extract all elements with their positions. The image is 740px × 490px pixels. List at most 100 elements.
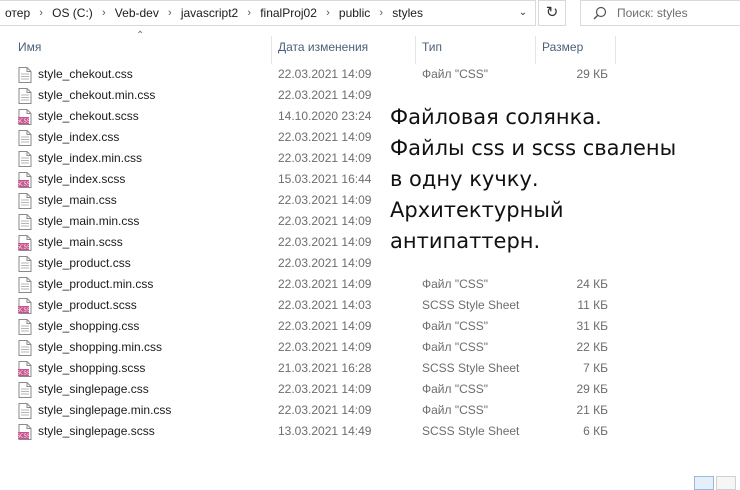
file-date: 22.03.2021 14:09: [278, 214, 372, 228]
file-date: 22.03.2021 14:09: [278, 277, 372, 291]
file-date: 22.03.2021 14:09: [278, 340, 372, 354]
file-name: style_index.scss: [38, 172, 126, 186]
breadcrumb-item[interactable]: public: [334, 6, 375, 20]
file-date: 22.03.2021 14:09: [278, 382, 372, 396]
scss-file-icon: SCSS: [17, 172, 32, 188]
file-row[interactable]: style_singlepage.css 22.03.2021 14:09 Файл…: [0, 379, 740, 400]
address-history-chevron-down-icon[interactable]: ⌄: [514, 5, 532, 21]
file-size: 21 КБ: [576, 403, 608, 417]
breadcrumb-item[interactable]: OS (C:): [47, 6, 98, 20]
file-size: 7 КБ: [583, 361, 608, 375]
file-name: style_singlepage.css: [38, 382, 149, 396]
file-date: 22.03.2021 14:09: [278, 193, 372, 207]
scss-file-icon: SCSS: [17, 298, 32, 314]
address-bar[interactable]: отер › OS (C:) › Veb-dev › javascript2 › finalPr…: [0, 0, 536, 26]
file-name: style_index.min.css: [38, 151, 143, 165]
breadcrumb-item[interactable]: Veb-dev: [110, 6, 164, 20]
scss-file-icon: SCSS: [17, 361, 32, 377]
css-file-icon: [18, 130, 32, 146]
file-type: Файл "CSS": [422, 67, 489, 81]
chevron-right-icon[interactable]: ›: [322, 7, 334, 19]
file-row[interactable]: style_chekout.css 22.03.2021 14:09 Файл "C…: [0, 64, 740, 85]
chevron-right-icon[interactable]: ›: [98, 7, 110, 19]
file-date: 22.03.2021 14:09: [278, 151, 372, 165]
scss-file-icon: SCSS: [17, 109, 32, 125]
file-name: style_chekout.css: [38, 67, 133, 81]
column-header-date[interactable]: Дата изменения: [272, 36, 416, 64]
chevron-right-icon[interactable]: ›: [375, 7, 387, 19]
file-date: 22.03.2021 14:03: [278, 298, 372, 312]
file-row[interactable]: style_shopping.min.css 22.03.2021 14:09 Фа…: [0, 337, 740, 358]
column-header-size-label: Размер: [542, 40, 584, 54]
refresh-icon: ↻: [545, 4, 559, 21]
file-name: style_index.css: [38, 130, 120, 144]
breadcrumb-item[interactable]: styles: [387, 6, 428, 20]
file-date: 22.03.2021 14:09: [278, 256, 372, 270]
file-type: Файл "CSS": [422, 403, 489, 417]
file-row[interactable]: style_product.min.css 22.03.2021 14:09 Фай…: [0, 274, 740, 295]
breadcrumb-item[interactable]: finalProj02: [255, 6, 322, 20]
file-type: Файл "CSS": [422, 319, 489, 333]
chevron-right-icon[interactable]: ›: [164, 7, 176, 19]
file-name: style_product.scss: [38, 298, 137, 312]
file-type: Файл "CSS": [422, 382, 489, 396]
file-size: 11 КБ: [577, 298, 608, 312]
file-date: 15.03.2021 16:44: [278, 172, 372, 186]
file-row[interactable]: SCSS style_product.scss 22.03.2021 14:03 SC…: [0, 295, 740, 316]
search-icon: [593, 6, 607, 20]
file-size: 24 КБ: [576, 277, 608, 291]
file-size: 6 КБ: [583, 424, 608, 438]
file-date: 22.03.2021 14:09: [278, 130, 372, 144]
file-row[interactable]: SCSS style_shopping.scss 21.03.2021 16:28 S…: [0, 358, 740, 379]
css-file-icon: [18, 340, 32, 356]
annotation-line: антипаттерн.: [390, 229, 541, 253]
annotation-line: Файловая солянка.: [390, 105, 602, 129]
file-row[interactable]: style_singlepage.min.css 22.03.2021 14:09…: [0, 400, 740, 421]
large-icons-view-button[interactable]: [716, 476, 736, 490]
file-name: style_main.min.css: [38, 214, 140, 228]
annotation-line: Архитектурный: [390, 198, 564, 222]
search-input[interactable]: [617, 6, 737, 20]
file-name: style_product.css: [38, 256, 131, 270]
css-file-icon: [18, 67, 32, 83]
file-date: 13.03.2021 14:49: [278, 424, 372, 438]
file-size: 29 КБ: [576, 382, 608, 396]
file-date: 22.03.2021 14:09: [278, 319, 372, 333]
refresh-button[interactable]: ↻: [538, 0, 566, 26]
search-box[interactable]: [580, 0, 740, 26]
css-file-icon: [18, 319, 32, 335]
file-date: 14.10.2020 23:24: [278, 109, 372, 123]
file-type: Файл "CSS": [422, 340, 489, 354]
column-header-size[interactable]: Размер: [536, 36, 616, 64]
scss-file-icon: SCSS: [17, 424, 32, 440]
svg-text:SCSS: SCSS: [18, 119, 30, 125]
file-row[interactable]: SCSS style_singlepage.scss 13.03.2021 14:4…: [0, 421, 740, 442]
breadcrumb-item[interactable]: javascript2: [176, 6, 243, 20]
file-name: style_shopping.min.css: [38, 340, 163, 354]
svg-text:SCSS: SCSS: [18, 308, 30, 314]
file-date: 22.03.2021 14:09: [278, 235, 372, 249]
scss-file-icon: SCSS: [17, 235, 32, 251]
css-file-icon: [18, 193, 32, 209]
css-file-icon: [18, 151, 32, 167]
css-file-icon: [18, 88, 32, 104]
file-row[interactable]: style_shopping.css 22.03.2021 14:09 Файл "…: [0, 316, 740, 337]
breadcrumb-item[interactable]: отер: [0, 6, 35, 20]
navigation-bar: отер › OS (C:) › Veb-dev › javascript2 › finalPr…: [0, 0, 740, 28]
file-size: 22 КБ: [576, 340, 608, 354]
file-size: 31 КБ: [576, 319, 608, 333]
details-view-button[interactable]: [694, 476, 714, 490]
svg-text:SCSS: SCSS: [18, 245, 30, 251]
annotation-note: Файловая солянка. Файлы css и scss свален…: [380, 100, 700, 268]
css-file-icon: [18, 403, 32, 419]
annotation-line: Файлы css и scss свалены: [390, 136, 677, 160]
column-header-type[interactable]: Тип: [416, 36, 536, 64]
css-file-icon: [18, 277, 32, 293]
chevron-right-icon[interactable]: ›: [35, 7, 47, 19]
svg-text:SCSS: SCSS: [18, 371, 30, 377]
file-date: 21.03.2021 16:28: [278, 361, 372, 375]
column-header-name[interactable]: Имя: [0, 36, 272, 64]
chevron-right-icon[interactable]: ›: [243, 7, 255, 19]
file-date: 22.03.2021 14:09: [278, 403, 372, 417]
css-file-icon: [18, 382, 32, 398]
